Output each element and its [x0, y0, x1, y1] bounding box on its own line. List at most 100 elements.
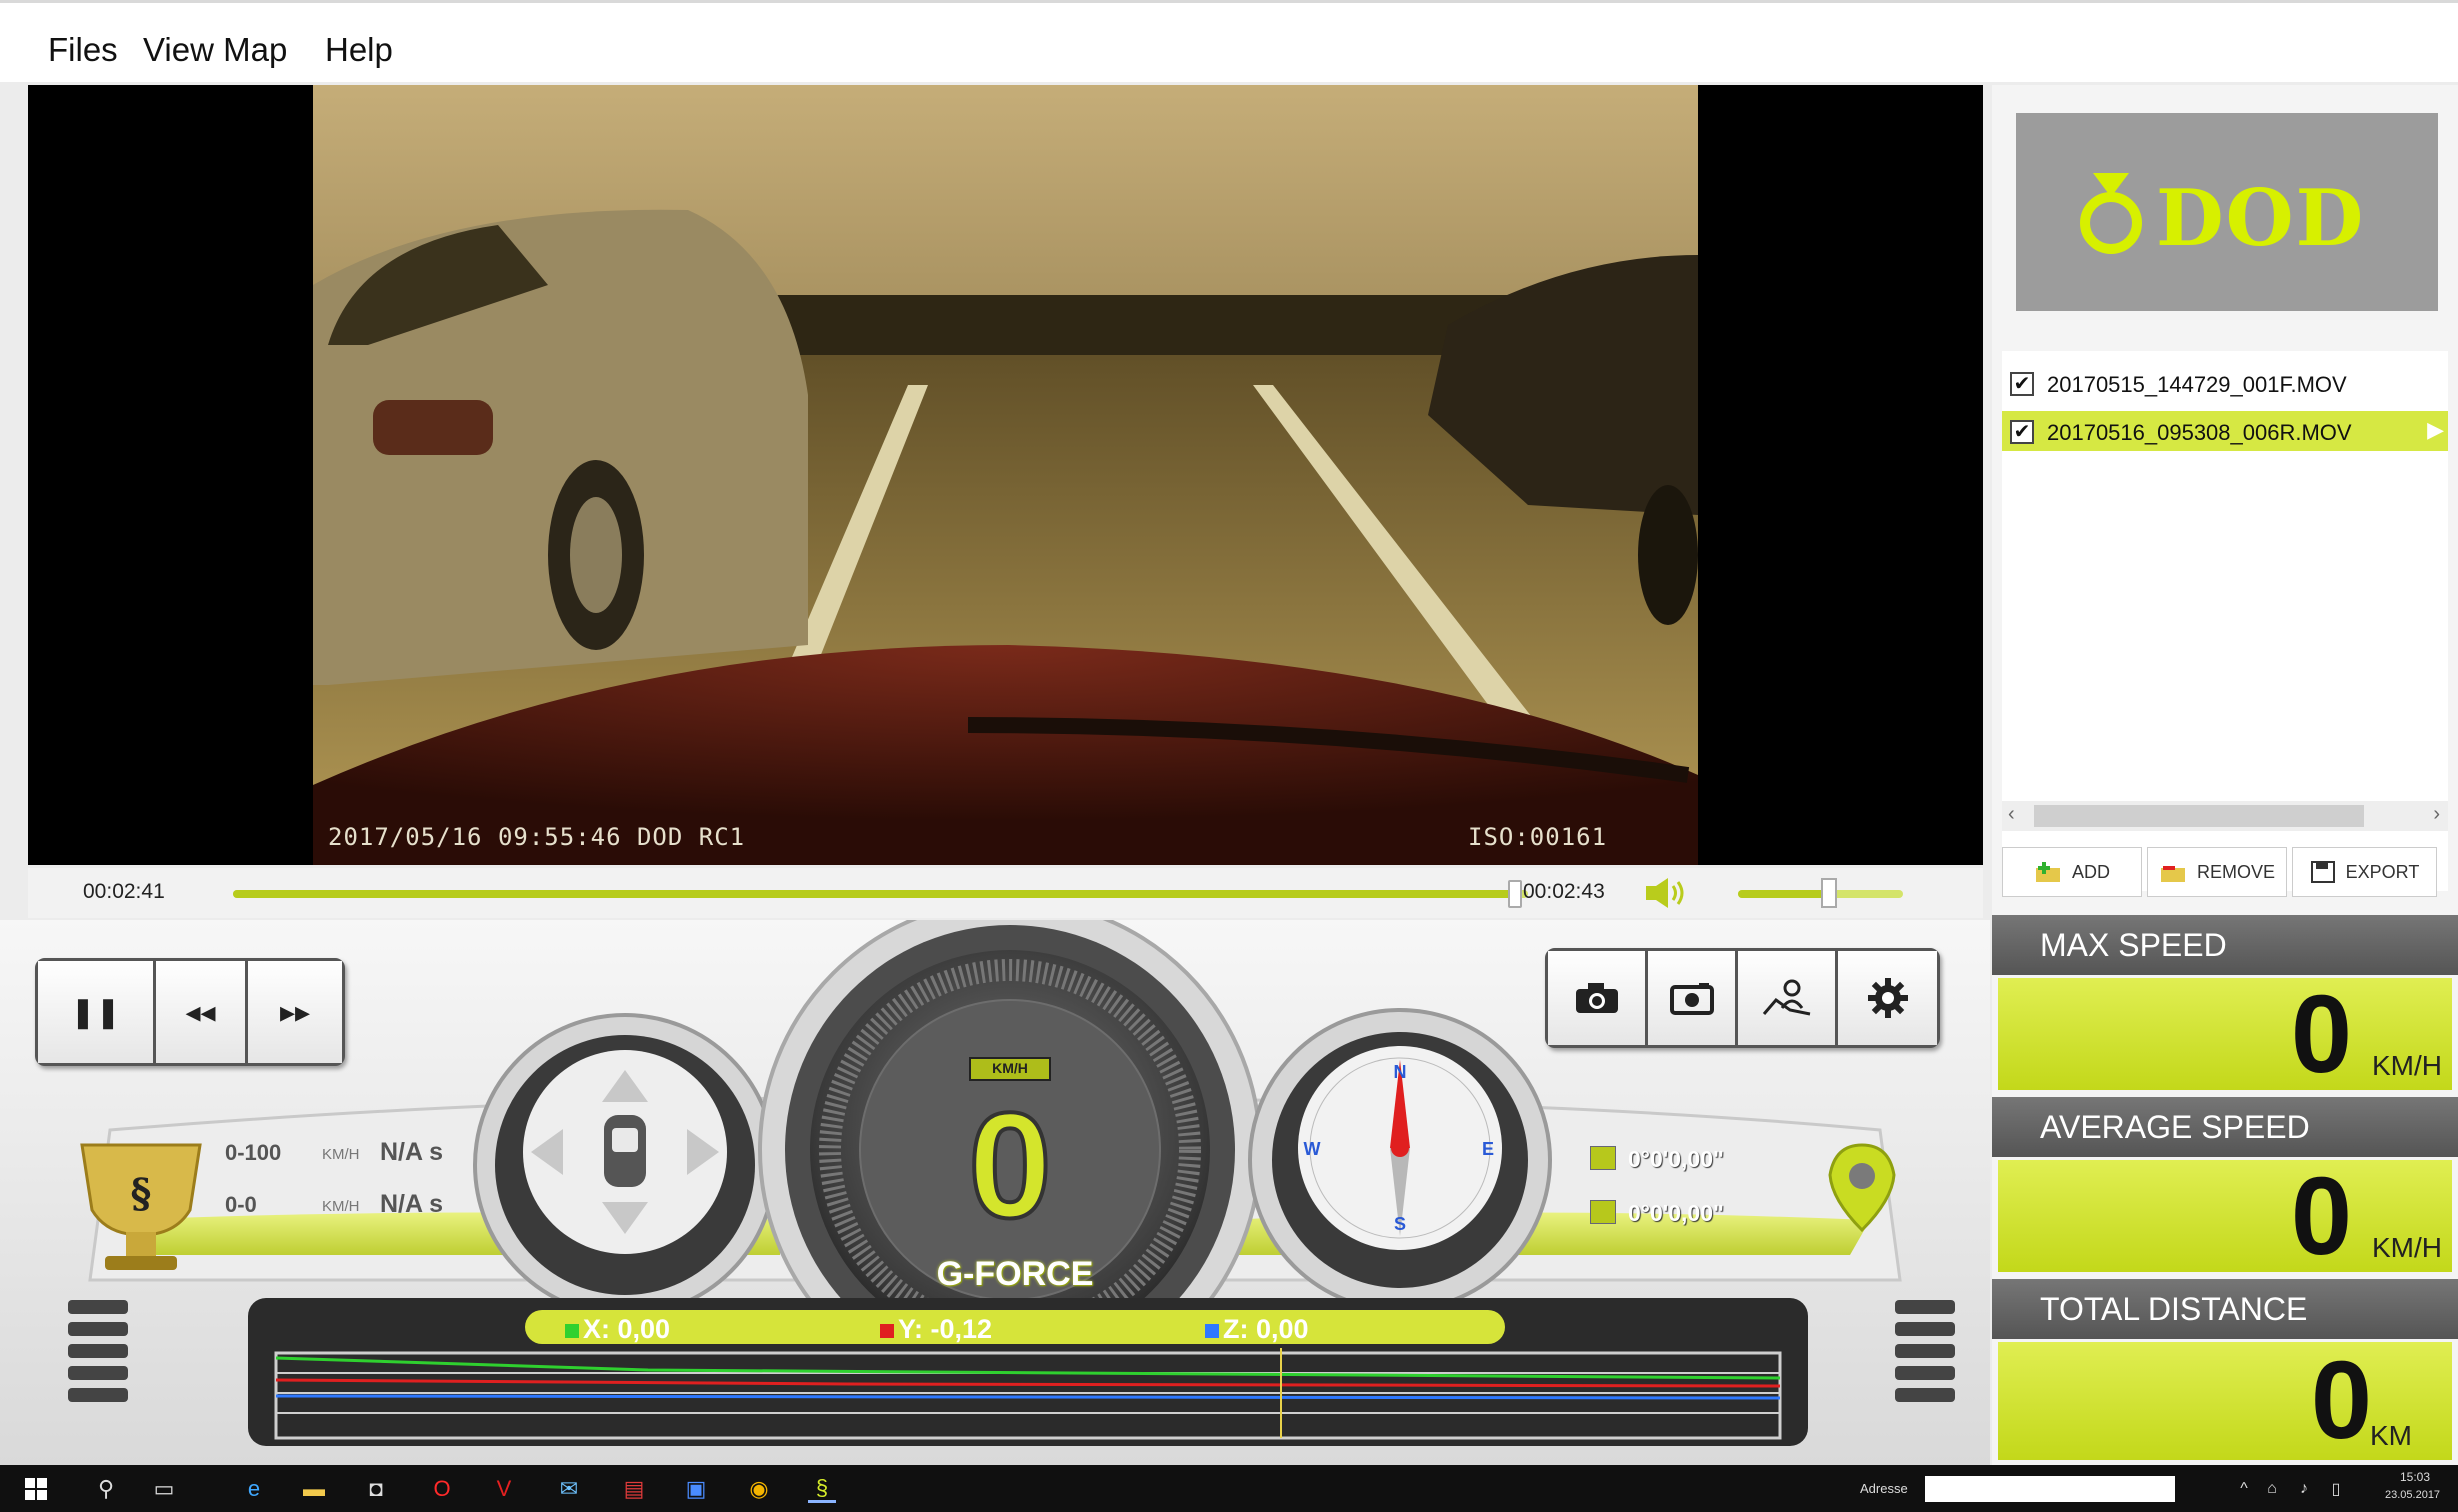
scroll-right-icon[interactable]: ›	[2433, 803, 2440, 826]
video-capture-button[interactable]	[1648, 951, 1738, 1045]
start-windows-icon[interactable]	[22, 1475, 50, 1503]
menu-files[interactable]: Files	[48, 31, 118, 69]
gforce-x-label: X: 0,00	[583, 1314, 671, 1344]
clock-date: 23.05.2017	[2385, 1489, 2441, 1501]
gforce-y-item: Y: -0,12	[880, 1314, 992, 1345]
address-label: Adresse	[1860, 1481, 1908, 1496]
notification-icon[interactable]: ▯	[2322, 1475, 2350, 1503]
chrome-icon[interactable]: ◉	[745, 1475, 773, 1503]
settings-button[interactable]	[1838, 951, 1937, 1045]
taskbar: ⚲ ▭ e ▬ ◘ O V ✉ ▤ ▣ ◉ § Adresse ^ ⌂ ♪ ▯ …	[0, 1465, 2458, 1512]
volume-handle[interactable]	[1820, 878, 1837, 908]
gforce-z-line	[275, 1394, 1781, 1400]
pause-button[interactable]: ❚❚	[38, 961, 156, 1063]
file-item-selected[interactable]: ✔ 20170516_095308_006R.MOV ▶	[2002, 411, 2448, 451]
latitude-icon	[1590, 1146, 1616, 1170]
file-item[interactable]: ✔ 20170515_144729_001F.MOV	[2002, 363, 2448, 403]
latitude-value: 0°0'0,00"	[1628, 1146, 1724, 1172]
pdf-icon[interactable]: ▤	[620, 1475, 648, 1503]
brand-mark-icon	[2080, 173, 2142, 254]
play-indicator-icon: ▶	[2427, 417, 2444, 442]
current-time: 00:02:41	[83, 880, 165, 903]
mail-icon[interactable]: ✉	[555, 1475, 583, 1503]
gforce-y-swatch	[880, 1323, 894, 1338]
volume-icon[interactable]	[1642, 876, 1688, 910]
video-iso-overlay: ISO:00161	[1468, 823, 1608, 851]
longitude-icon	[1590, 1200, 1616, 1224]
accel-0-0-unit: KM/H	[322, 1198, 360, 1215]
gforce-y-line	[275, 1378, 1781, 1388]
total-distance-value: 0	[2310, 1339, 2372, 1462]
add-button-label: ADD	[2071, 861, 2110, 882]
playback-controls: ❚❚ ◂◂ ▸▸	[35, 958, 345, 1066]
export-icon	[2310, 861, 2335, 883]
gforce-y-label: Y: -0,12	[898, 1314, 993, 1344]
seek-slider[interactable]	[233, 880, 1528, 908]
network-icon[interactable]: ⌂	[2258, 1475, 2286, 1503]
menu-help[interactable]: Help	[325, 31, 393, 69]
export-button[interactable]: EXPORT	[2292, 847, 2437, 897]
accel-0-100-value: N/A s	[380, 1138, 443, 1166]
store-icon[interactable]: ◘	[362, 1475, 390, 1503]
video-frame	[313, 85, 1698, 865]
menu-view-map[interactable]: View Map	[143, 31, 287, 69]
search-icon[interactable]: ⚲	[92, 1475, 120, 1503]
volume-level	[1738, 890, 1829, 898]
compass-east-label: E	[1482, 1139, 1494, 1159]
export-button-label: EXPORT	[2345, 861, 2420, 882]
file-list: ✔ 20170515_144729_001F.MOV ✔ 20170516_09…	[2002, 351, 2448, 891]
remove-file-icon	[2160, 866, 2185, 882]
volume-tray-icon[interactable]: ♪	[2290, 1475, 2318, 1503]
seek-handle[interactable]	[1508, 880, 1523, 908]
remove-button[interactable]: REMOVE	[2147, 847, 2287, 897]
brand-name: DOD	[2156, 173, 2366, 264]
gforce-x-item: X: 0,00	[565, 1314, 670, 1345]
map-user-button[interactable]	[1738, 951, 1838, 1045]
snapshot-button[interactable]	[1548, 951, 1648, 1045]
camera-icon	[1575, 983, 1618, 1013]
speedometer-value: 0	[966, 1081, 1053, 1249]
volume-slider[interactable]	[1738, 878, 1903, 908]
pause-icon: ❚❚	[70, 995, 121, 1029]
file-list-scrollbar[interactable]: ‹ ›	[2002, 801, 2448, 831]
total-distance-title: TOTAL DISTANCE	[1992, 1279, 2458, 1339]
rewind-button[interactable]: ◂◂	[156, 961, 248, 1063]
user-map-icon	[1762, 979, 1810, 1016]
photoshop-icon[interactable]: ▣	[682, 1475, 710, 1503]
file-checkbox[interactable]: ✔	[2010, 420, 2034, 444]
file-explorer-icon[interactable]: ▬	[300, 1475, 328, 1503]
fast-forward-button[interactable]: ▸▸	[248, 961, 342, 1063]
task-view-icon[interactable]: ▭	[150, 1475, 178, 1503]
video-player[interactable]: 2017/05/16 09:55:46 DOD RC1 ISO:00161	[28, 85, 1983, 865]
vivaldi-icon[interactable]: V	[490, 1475, 518, 1503]
playback-bar: 00:02:41 00:02:43	[28, 868, 1983, 918]
tool-buttons	[1545, 948, 1940, 1048]
gforce-z-label: Z: 0,00	[1223, 1314, 1309, 1344]
accel-0-100-label: 0-100	[225, 1140, 282, 1165]
total-distance-panel: 0 KM	[1998, 1342, 2452, 1460]
max-speed-title: MAX SPEED	[1992, 915, 2458, 975]
scrollbar-thumb[interactable]	[2034, 805, 2364, 827]
file-checkbox[interactable]: ✔	[2010, 372, 2034, 396]
camera-record-icon	[1669, 983, 1714, 1015]
tray-up-icon[interactable]: ^	[2230, 1475, 2258, 1503]
address-bar-input[interactable]	[1925, 1476, 2175, 1502]
scroll-left-icon[interactable]: ‹	[2008, 803, 2015, 826]
accel-0-100-unit: KM/H	[322, 1146, 360, 1163]
rewind-icon: ◂◂	[185, 995, 216, 1029]
add-button[interactable]: ADD	[2002, 847, 2142, 897]
edge-browser-icon[interactable]: e	[240, 1475, 268, 1503]
gforce-z-item: Z: 0,00	[1205, 1314, 1309, 1345]
average-speed-panel: 0 KM/H	[1998, 1160, 2452, 1272]
dod-player-icon[interactable]: §	[808, 1475, 836, 1503]
svg-text:§: §	[131, 1170, 152, 1217]
longitude-value: 0°0'0,00"	[1628, 1200, 1724, 1226]
opera-icon[interactable]: O	[428, 1475, 456, 1503]
accel-0-0-value: N/A s	[380, 1190, 443, 1218]
remove-button-label: REMOVE	[2196, 861, 2275, 882]
average-speed-unit: KM/H	[2372, 1232, 2442, 1263]
gforce-title: G-FORCE	[936, 1255, 1094, 1293]
average-speed-title: AVERAGE SPEED	[1992, 1097, 2458, 1157]
gforce-x-line	[275, 1356, 1781, 1380]
compass-north-label: N	[1394, 1062, 1407, 1082]
